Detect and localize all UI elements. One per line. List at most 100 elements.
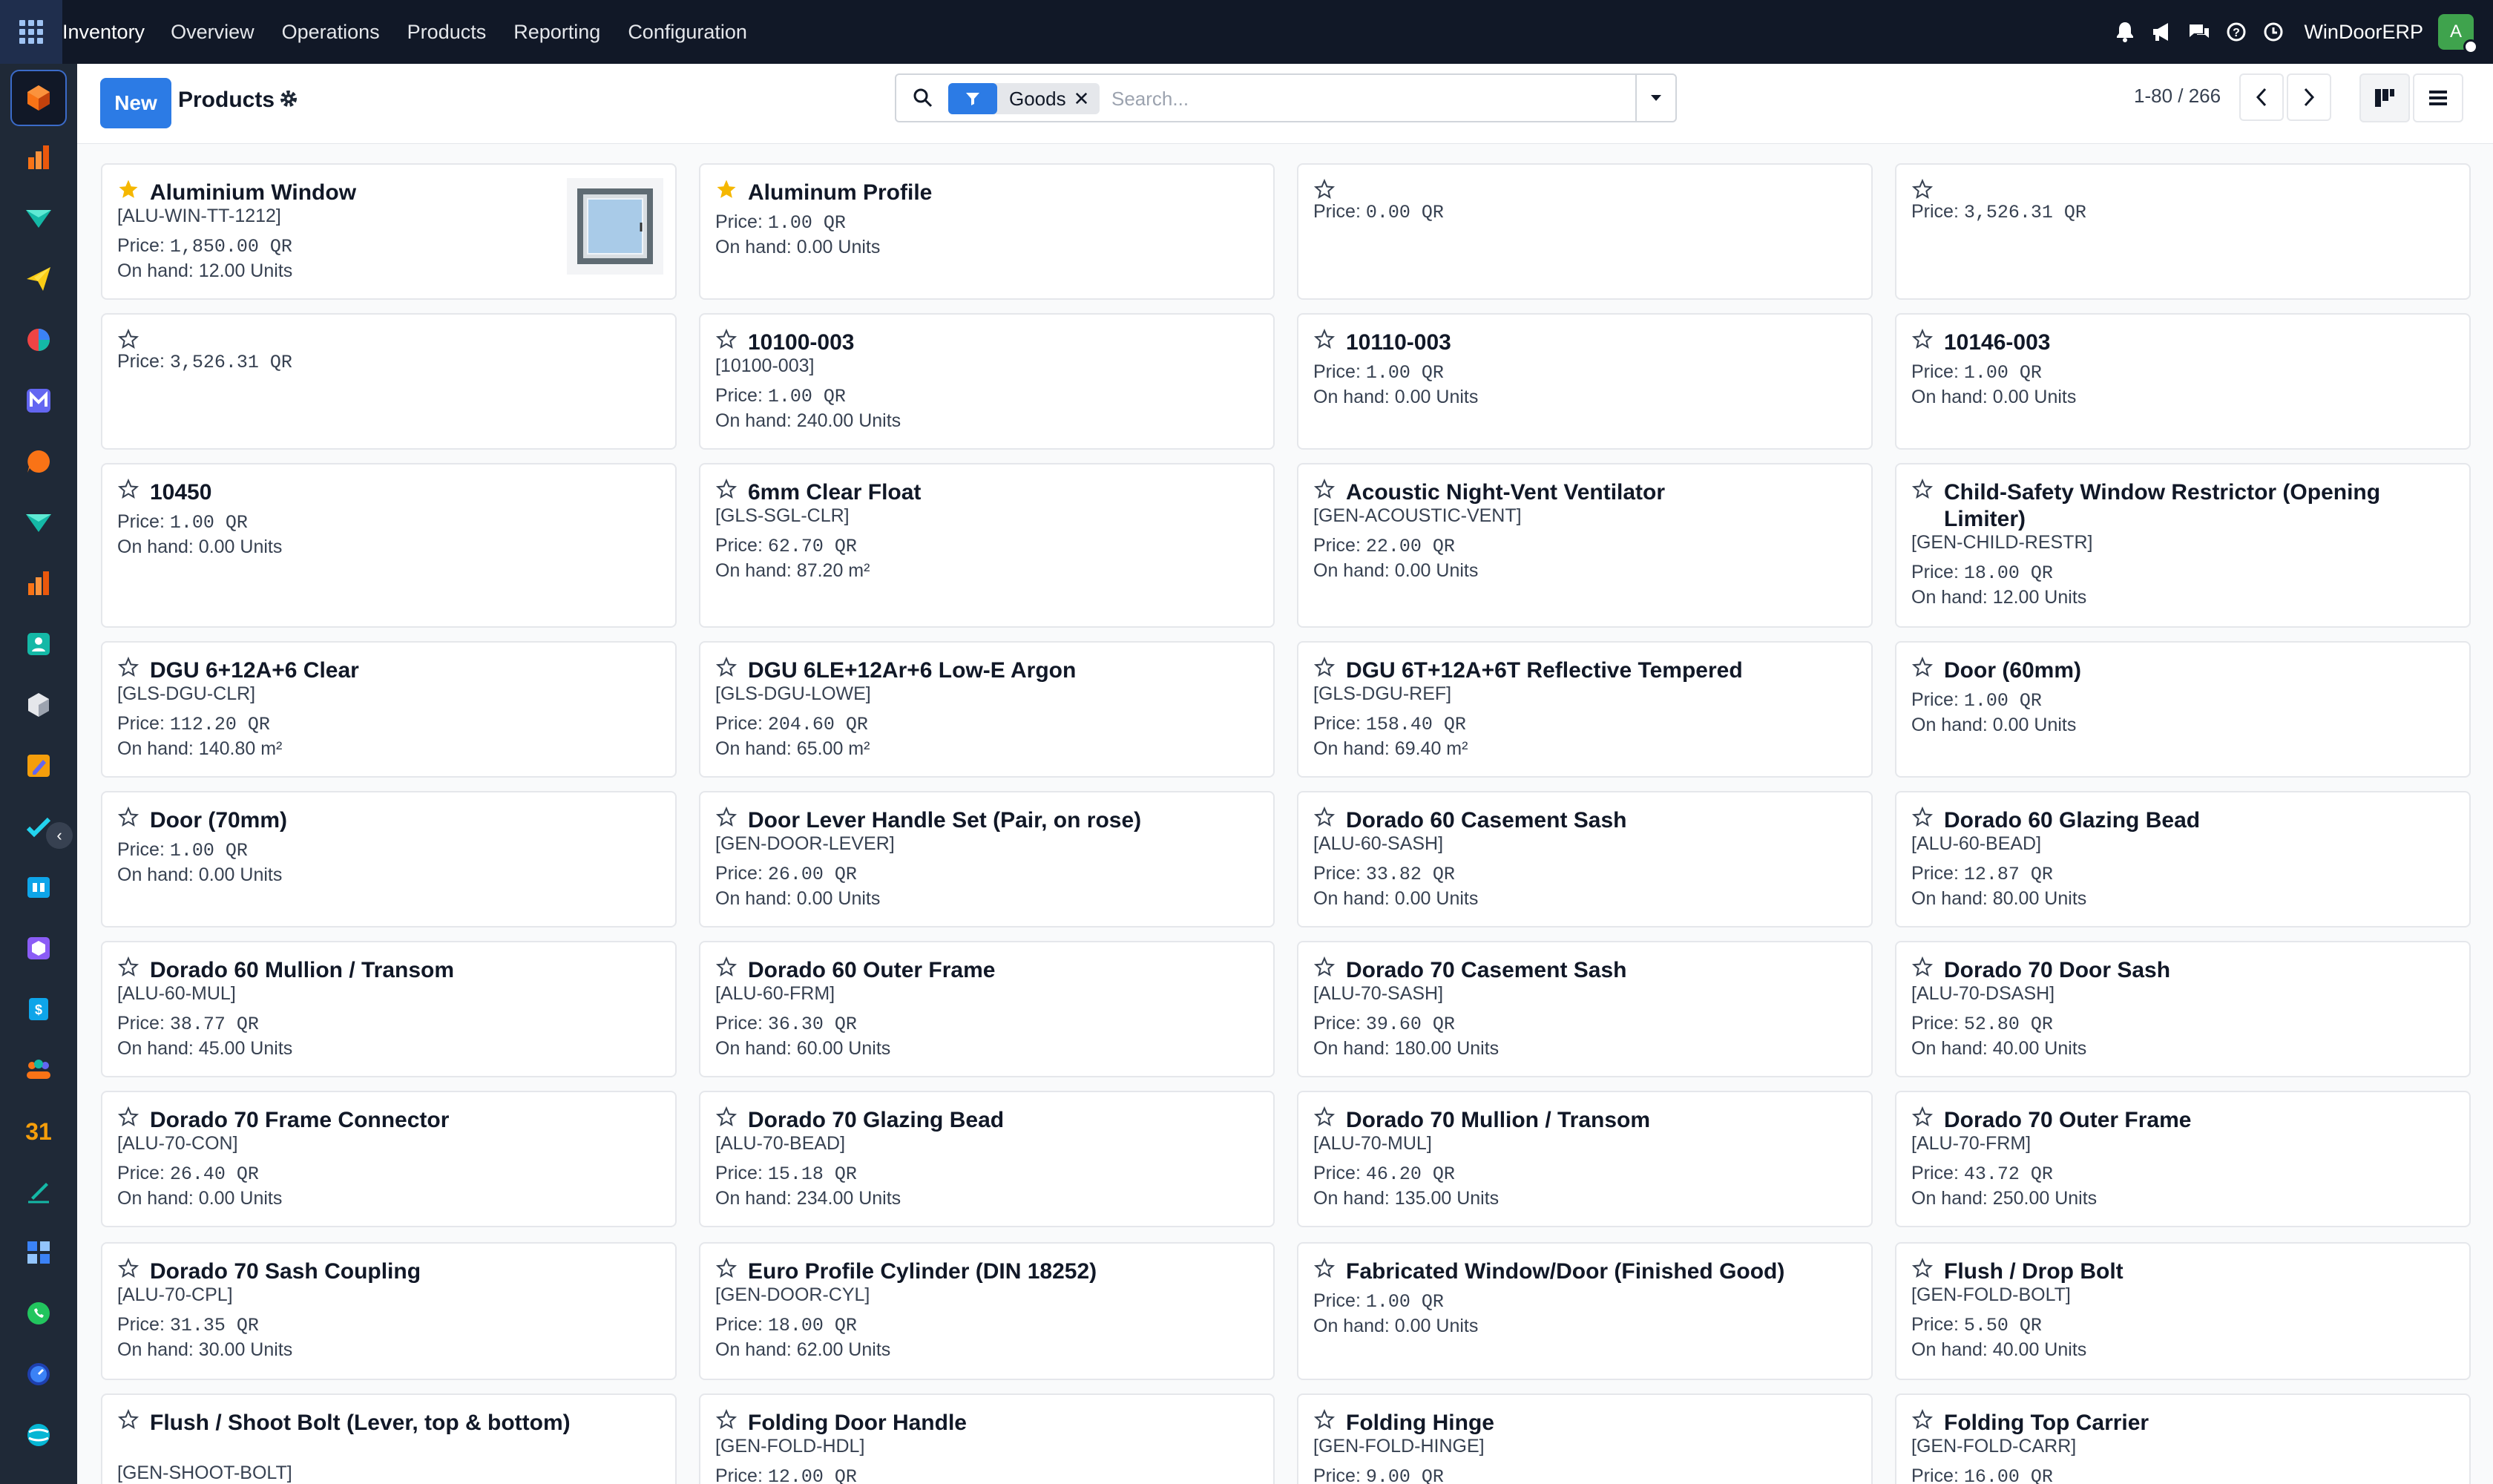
star-icon[interactable] — [715, 806, 739, 830]
star-icon[interactable] — [715, 478, 739, 502]
search-input[interactable] — [1111, 84, 1616, 114]
bell-icon[interactable] — [2106, 0, 2144, 64]
mail-app-icon[interactable] — [18, 380, 59, 421]
star-icon[interactable] — [117, 956, 141, 979]
star-icon[interactable] — [1911, 328, 1935, 352]
kanban-view-button[interactable] — [2359, 73, 2410, 122]
star-icon[interactable] — [117, 1408, 141, 1432]
star-icon[interactable] — [1911, 656, 1935, 680]
help-icon[interactable]: ? — [2218, 0, 2255, 64]
product-card[interactable]: Dorado 60 Outer Frame [ALU-60-FRM] Price: … — [699, 941, 1275, 1077]
star-icon[interactable] — [715, 956, 739, 979]
product-card[interactable]: Folding Door Handle [GEN-FOLD-HDL] Price: … — [699, 1393, 1275, 1484]
product-card[interactable]: Fabricated Window/Door (Finished Good) Pr… — [1297, 1242, 1873, 1380]
product-card[interactable]: Dorado 60 Glazing Bead [ALU-60-BEAD] Price… — [1895, 791, 2471, 928]
star-filled-icon[interactable] — [117, 178, 141, 202]
product-card[interactable]: Dorado 70 Frame Connector [ALU-70-CON] Pri… — [101, 1091, 677, 1227]
remove-facet-icon[interactable]: ✕ — [1074, 88, 1100, 111]
star-icon[interactable] — [1911, 806, 1935, 830]
notes-app-icon[interactable] — [18, 745, 59, 787]
product-card[interactable]: Child-Safety Window Restrictor (Opening … — [1895, 463, 2471, 628]
spreadsheet-app-icon[interactable] — [18, 1232, 59, 1273]
megaphone-icon[interactable] — [2144, 0, 2181, 64]
inventory-app-icon[interactable] — [10, 70, 67, 126]
product-card[interactable]: Price: 3,526.31 QR — [101, 313, 677, 450]
star-icon[interactable] — [1313, 806, 1337, 830]
reporting-app-icon[interactable] — [18, 137, 59, 178]
star-icon[interactable] — [715, 328, 739, 352]
pager-previous-button[interactable] — [2239, 73, 2284, 121]
menu-reporting[interactable]: Reporting — [513, 21, 600, 44]
search-options-toggle[interactable] — [1635, 75, 1675, 121]
star-filled-icon[interactable] — [715, 178, 739, 202]
star-icon[interactable] — [1911, 956, 1935, 979]
search-icon[interactable] — [907, 83, 939, 113]
product-card[interactable]: Dorado 70 Casement Sash [ALU-70-SASH] Pric… — [1297, 941, 1873, 1077]
product-card[interactable]: Dorado 60 Casement Sash [ALU-60-SASH] Pric… — [1297, 791, 1873, 928]
user-avatar[interactable]: A — [2438, 14, 2478, 54]
product-card[interactable]: Flush / Drop Bolt [GEN-FOLD-BOLT] Price: 5… — [1895, 1242, 2471, 1380]
app-menu-button[interactable] — [0, 0, 62, 64]
product-card[interactable]: 10146-003 Price: 1.00 QR On hand: 0.00 Uni… — [1895, 313, 2471, 450]
star-icon[interactable] — [1313, 478, 1337, 502]
sales-app-icon[interactable] — [18, 197, 59, 239]
product-card[interactable]: 10450 Price: 1.00 QR On hand: 0.00 Units — [101, 463, 677, 628]
star-icon[interactable] — [1911, 178, 1935, 202]
star-icon[interactable] — [1313, 656, 1337, 680]
star-icon[interactable] — [1911, 478, 1935, 502]
star-icon[interactable] — [715, 1257, 739, 1281]
product-card[interactable]: DGU 6T+12A+6T Reflective Tempered [GLS-DG… — [1297, 641, 1873, 778]
documents-app-icon[interactable] — [18, 928, 59, 969]
pager-next-button[interactable] — [2287, 73, 2331, 121]
app-name[interactable]: Inventory — [62, 21, 145, 44]
menu-configuration[interactable]: Configuration — [628, 21, 747, 44]
gear-icon[interactable] — [279, 89, 298, 114]
star-icon[interactable] — [1313, 328, 1337, 352]
product-card[interactable]: Dorado 70 Mullion / Transom [ALU-70-MUL] P… — [1297, 1091, 1873, 1227]
new-button[interactable]: New — [100, 78, 171, 128]
menu-products[interactable]: Products — [407, 21, 487, 44]
star-icon[interactable] — [117, 806, 141, 830]
star-icon[interactable] — [715, 1408, 739, 1432]
collapse-chevron-icon[interactable]: ‹ — [46, 822, 73, 849]
website-app-icon[interactable] — [18, 1414, 59, 1456]
whatsapp-app-icon[interactable] — [18, 1293, 59, 1334]
timer-app-icon[interactable] — [18, 1353, 59, 1395]
star-icon[interactable] — [117, 1106, 141, 1129]
star-icon[interactable] — [117, 1257, 141, 1281]
accounting-app-icon[interactable]: $ — [18, 988, 59, 1030]
product-card[interactable]: Door Lever Handle Set (Pair, on rose) [GE… — [699, 791, 1275, 928]
menu-overview[interactable]: Overview — [171, 21, 254, 44]
star-icon[interactable] — [1911, 1257, 1935, 1281]
product-card[interactable]: Door (70mm) Price: 1.00 QR On hand: 0.00 U… — [101, 791, 677, 928]
product-card[interactable]: Door (60mm) Price: 1.00 QR On hand: 0.00 U… — [1895, 641, 2471, 778]
menu-operations[interactable]: Operations — [282, 21, 380, 44]
product-card[interactable]: DGU 6+12A+6 Clear [GLS-DGU-CLR] Price: 112… — [101, 641, 677, 778]
star-icon[interactable] — [1313, 178, 1337, 202]
product-card[interactable]: Folding Hinge [GEN-FOLD-HINGE] Price: 9.00… — [1297, 1393, 1873, 1484]
star-icon[interactable] — [1313, 1106, 1337, 1129]
sign-app-icon[interactable] — [18, 1171, 59, 1212]
list-view-button[interactable] — [2413, 73, 2463, 122]
calendar-app-icon[interactable]: 31 — [18, 1110, 59, 1152]
product-card[interactable]: Euro Profile Cylinder (DIN 18252) [GEN-DO… — [699, 1242, 1275, 1380]
product-card[interactable]: Dorado 70 Outer Frame [ALU-70-FRM] Price: … — [1895, 1091, 2471, 1227]
star-icon[interactable] — [117, 478, 141, 502]
star-icon[interactable] — [117, 656, 141, 680]
product-card[interactable]: Aluminium Window [ALU-WIN-TT-1212] Price: … — [101, 163, 677, 300]
star-icon[interactable] — [117, 328, 141, 352]
product-card[interactable]: Dorado 70 Glazing Bead [ALU-70-BEAD] Price… — [699, 1091, 1275, 1227]
star-icon[interactable] — [1313, 1257, 1337, 1281]
product-card[interactable]: Aluminum Profile Price: 1.00 QR On hand: 0… — [699, 163, 1275, 300]
employees-app-icon[interactable] — [18, 1049, 59, 1091]
product-card[interactable]: Acoustic Night-Vent Ventilator [GEN-ACOUS… — [1297, 463, 1873, 628]
product-card[interactable]: Price: 0.00 QR — [1297, 163, 1873, 300]
product-card[interactable]: Dorado 70 Sash Coupling [ALU-70-CPL] Price… — [101, 1242, 677, 1380]
product-card[interactable]: Dorado 60 Mullion / Transom [ALU-60-MUL] P… — [101, 941, 677, 1077]
send-app-icon[interactable] — [18, 258, 59, 300]
product-card[interactable]: Folding Top Carrier [GEN-FOLD-CARR] Price:… — [1895, 1393, 2471, 1484]
pager-value[interactable]: 1-80 / 266 — [2134, 85, 2221, 108]
clock-icon[interactable] — [2255, 0, 2292, 64]
star-icon[interactable] — [1911, 1106, 1935, 1129]
star-icon[interactable] — [715, 1106, 739, 1129]
